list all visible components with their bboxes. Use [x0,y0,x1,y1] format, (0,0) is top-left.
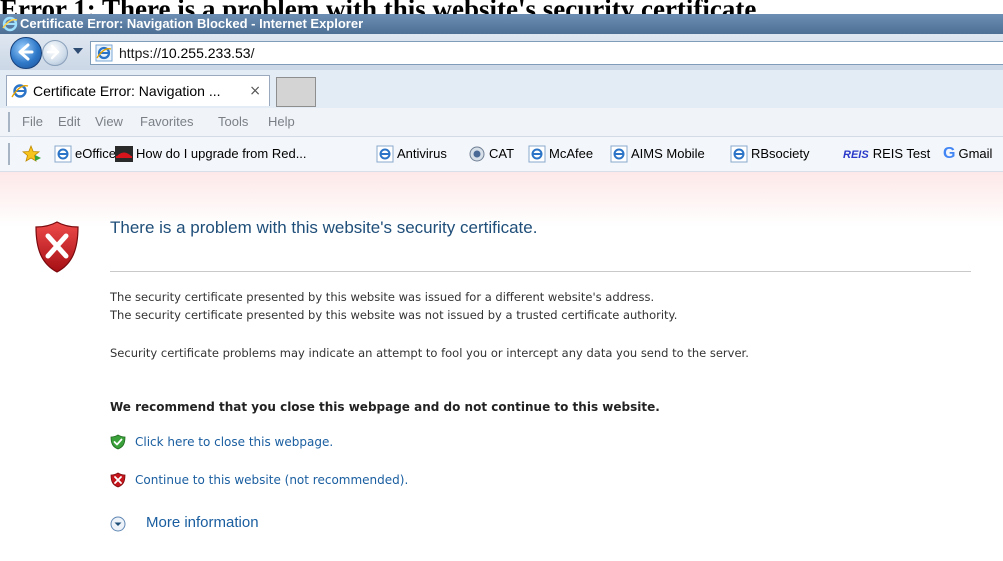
menu-bar: File Edit View Favorites Tools Help [0,108,1003,137]
favorite-mcafee[interactable]: McAfee [528,145,593,165]
reis-icon: REIS [843,149,869,161]
favorite-label: REIS Test [872,146,931,161]
address-bar[interactable]: https://10.255.233.53/ [90,41,1003,65]
favorite-label: AIMS Mobile [631,146,705,161]
forward-button[interactable] [42,40,68,66]
page-title: There is a problem with this website's s… [110,218,538,237]
url-host: 10.255.233.53 [161,45,251,61]
ie-page-icon [528,145,546,163]
tab-certificate-error[interactable]: Certificate Error: Navigation ... × [6,75,270,106]
document-heading: Error 1: There is a problem with this we… [0,0,1003,14]
warning-text: Security certificate problems may indica… [110,346,749,360]
toolbar-grip [8,143,10,165]
favorite-label: RBsociety [751,146,810,161]
ie-page-icon [54,145,72,163]
favorite-gmail[interactable]: G Gmail [943,145,992,165]
window-title-bar: Certificate Error: Navigation Blocked - … [0,14,1003,34]
ie-page-icon [730,145,748,163]
toolbar-grip [8,112,10,132]
green-shield-check-icon [110,434,126,450]
favorite-cat[interactable]: CAT [468,145,514,165]
navigation-bar: https://10.255.233.53/ [0,34,1003,70]
menu-help[interactable]: Help [268,114,295,130]
favorite-redhat[interactable]: How do I upgrade from Red... [115,145,307,165]
menu-edit[interactable]: Edit [58,114,80,130]
favorite-label: How do I upgrade from Red... [136,146,307,161]
ie-logo-icon [2,16,18,32]
favorite-antivirus[interactable]: Antivirus [376,145,447,165]
favorite-label: McAfee [549,146,594,161]
cat-icon [469,146,485,162]
close-webpage-label[interactable]: Click here to close this webpage. [135,433,333,451]
error-detail-2: The security certificate presented by th… [110,308,678,322]
ie-page-icon [610,145,628,163]
url-text[interactable]: https://10.255.233.53/ [119,44,254,62]
forward-arrow-icon [46,44,60,60]
expand-chevron-icon [110,516,126,532]
more-information-label[interactable]: More information [146,512,259,534]
tab-close-icon[interactable]: × [249,82,261,100]
window-title: Certificate Error: Navigation Blocked - … [20,16,364,31]
menu-view[interactable]: View [95,114,123,130]
menu-file[interactable]: File [22,114,43,130]
favorite-aims-mobile[interactable]: AIMS Mobile [610,145,705,165]
ie-page-icon [95,44,113,62]
new-tab-button[interactable] [276,77,316,107]
favorite-label: Antivirus [397,146,447,161]
favorite-rbsociety[interactable]: RBsociety [730,145,810,165]
error-detail-1: The security certificate presented by th… [110,290,655,304]
menu-favorites[interactable]: Favorites [140,114,193,130]
divider [110,271,971,272]
favorite-reis-test[interactable]: REIS REIS Test [843,145,930,165]
favorites-bar: eOffice How do I upgrade from Red... Ant… [0,137,1003,172]
back-arrow-icon [18,43,34,61]
recommendation-text: We recommend that you close this webpage… [110,400,660,414]
red-shield-x-icon [110,472,126,488]
tab-bar: Certificate Error: Navigation ... × [0,70,1003,109]
favorite-label: CAT [489,146,515,161]
menu-tools[interactable]: Tools [218,114,248,130]
google-icon: G [943,145,956,162]
tab-label: Certificate Error: Navigation ... [33,83,221,99]
url-suffix: / [250,45,255,61]
favorites-star-icon[interactable] [22,145,42,163]
continue-website-label[interactable]: Continue to this website (not recommende… [135,471,408,489]
history-dropdown-icon[interactable] [73,48,83,54]
redhat-icon [115,145,133,162]
ie-page-icon [376,145,394,163]
error-shield-icon [35,221,79,273]
back-button[interactable] [10,37,42,69]
favorite-label: eOffice [75,146,116,161]
favorite-label: Gmail [958,146,993,161]
ie-page-icon [11,84,29,98]
favorite-eoffice[interactable]: eOffice [54,145,116,165]
url-prefix: https:// [119,45,162,61]
page-content: There is a problem with this website's s… [0,172,1003,561]
